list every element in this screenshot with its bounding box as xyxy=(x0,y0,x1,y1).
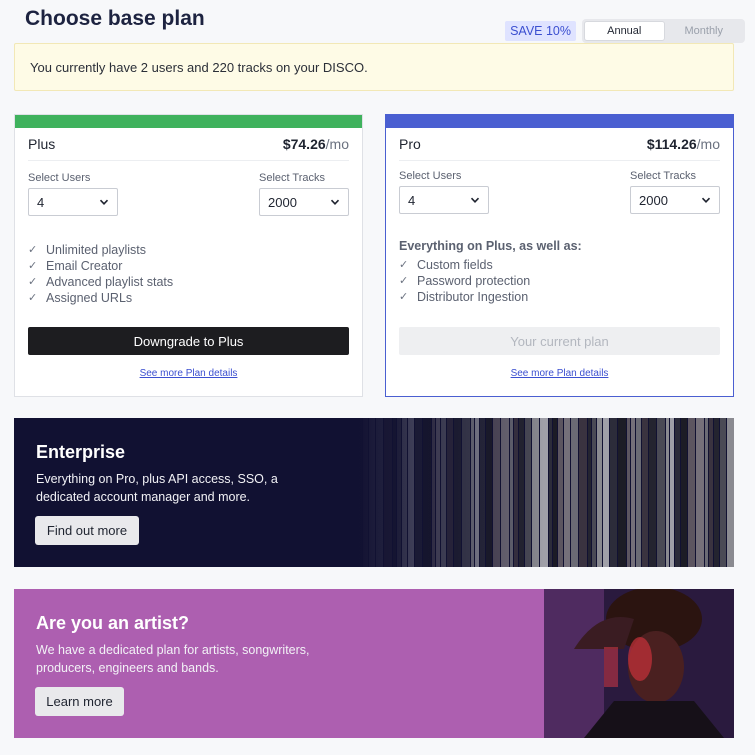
price-amount: $114.26 xyxy=(646,136,697,152)
feature-item: ✓ Distributor Ingestion xyxy=(399,289,720,305)
check-icon: ✓ xyxy=(28,244,38,256)
tracks-select-value: 2000 xyxy=(268,194,297,210)
feature-label: Assigned URLs xyxy=(46,291,133,305)
current-plan-button[interactable]: Your current plan xyxy=(399,327,720,355)
feature-item: ✓ Unlimited playlists xyxy=(28,242,349,258)
plan-accent-bar xyxy=(386,115,733,128)
enterprise-banner: Enterprise Everything on Pro, plus API a… xyxy=(14,418,734,567)
plan-selects: Select Users 4 Select Tracks 2000 xyxy=(28,172,349,216)
chevron-down-icon xyxy=(701,197,711,203)
page-title: Choose base plan xyxy=(25,7,205,30)
chevron-down-icon xyxy=(470,197,480,203)
feature-label: Custom fields xyxy=(417,258,493,272)
billing-option-monthly[interactable]: Monthly xyxy=(665,21,744,41)
learn-more-button[interactable]: Learn more xyxy=(35,687,124,716)
plan-card-plus: Plus $74.26/mo Select Users 4 Select Tra… xyxy=(14,114,363,397)
artist-banner: Are you an artist? We have a dedicated p… xyxy=(14,589,734,738)
users-select-value: 4 xyxy=(37,194,45,210)
artist-photo xyxy=(544,589,734,738)
users-select-group: Select Users 4 xyxy=(399,170,489,214)
check-icon: ✓ xyxy=(28,292,38,304)
check-icon: ✓ xyxy=(399,259,409,271)
plan-header: Pro $114.26/mo xyxy=(399,128,720,161)
enterprise-text: Everything on Pro, plus API access, SSO,… xyxy=(36,472,278,504)
plan-name: Plus xyxy=(28,136,56,152)
feature-label: Distributor Ingestion xyxy=(417,290,529,304)
feature-label: Unlimited playlists xyxy=(46,243,147,257)
tracks-select-value: 2000 xyxy=(639,192,668,208)
plan-selects: Select Users 4 Select Tracks 2000 xyxy=(399,170,720,214)
users-select-label: Select Users xyxy=(399,170,462,182)
billing-toggle[interactable]: Annual Monthly xyxy=(582,19,745,43)
find-out-more-button[interactable]: Find out more xyxy=(35,516,139,545)
plan-details-link[interactable]: See more Plan details xyxy=(15,368,362,379)
tracks-select[interactable]: 2000 xyxy=(259,188,349,216)
billing-toggle-group: SAVE 10% Annual Monthly xyxy=(505,19,745,43)
usage-notice: You currently have 2 users and 220 track… xyxy=(14,43,734,91)
vinyl-records-image xyxy=(354,418,734,567)
price-unit: /mo xyxy=(696,136,720,152)
check-icon: ✓ xyxy=(399,291,409,303)
chevron-down-icon xyxy=(330,199,340,205)
tracks-select-label: Select Tracks xyxy=(259,172,326,184)
tracks-select-group: Select Tracks 2000 xyxy=(630,170,720,214)
features-lead: Everything on Plus, as well as: xyxy=(399,239,582,253)
plan-price: $114.26/mo xyxy=(647,136,720,152)
feature-label: Email Creator xyxy=(46,259,123,273)
feature-item: ✓ Email Creator xyxy=(28,258,349,274)
check-icon: ✓ xyxy=(28,276,38,288)
enterprise-title: Enterprise xyxy=(36,442,126,462)
check-icon: ✓ xyxy=(399,275,409,287)
users-select[interactable]: 4 xyxy=(399,186,489,214)
tracks-select-group: Select Tracks 2000 xyxy=(259,172,349,216)
plan-details-link[interactable]: See more Plan details xyxy=(386,368,733,379)
users-select[interactable]: 4 xyxy=(28,188,118,216)
artist-text: We have a dedicated plan for artists, so… xyxy=(36,643,310,675)
check-icon: ✓ xyxy=(28,260,38,272)
save-badge: SAVE 10% xyxy=(505,21,576,41)
feature-item: ✓ Assigned URLs xyxy=(28,290,349,306)
plan-header: Plus $74.26/mo xyxy=(28,128,349,161)
tracks-select[interactable]: 2000 xyxy=(630,186,720,214)
feature-list: Everything on Plus, as well as: ✓ Custom … xyxy=(399,238,720,305)
plan-accent-bar xyxy=(15,115,362,128)
chevron-down-icon xyxy=(99,199,109,205)
price-unit: /mo xyxy=(325,136,349,152)
feature-label: Password protection xyxy=(417,274,531,288)
price-amount: $74.26 xyxy=(282,136,326,152)
artist-title: Are you an artist? xyxy=(36,613,190,633)
feature-label: Advanced playlist stats xyxy=(46,275,174,289)
users-select-label: Select Users xyxy=(28,172,91,184)
billing-option-annual[interactable]: Annual xyxy=(584,21,665,41)
feature-item: ✓ Password protection xyxy=(399,273,720,289)
plan-price: $74.26/mo xyxy=(283,136,349,152)
downgrade-button[interactable]: Downgrade to Plus xyxy=(28,327,349,355)
feature-item: ✓ Custom fields xyxy=(399,257,720,273)
plan-name: Pro xyxy=(399,136,421,152)
plan-card-pro: Pro $114.26/mo Select Users 4 Select Tra… xyxy=(385,114,734,397)
users-select-group: Select Users 4 xyxy=(28,172,118,216)
feature-item: ✓ Advanced playlist stats xyxy=(28,274,349,290)
feature-list: ✓ Unlimited playlists ✓ Email Creator ✓ Adv… xyxy=(28,242,349,306)
users-select-value: 4 xyxy=(408,192,416,208)
tracks-select-label: Select Tracks xyxy=(630,170,697,182)
